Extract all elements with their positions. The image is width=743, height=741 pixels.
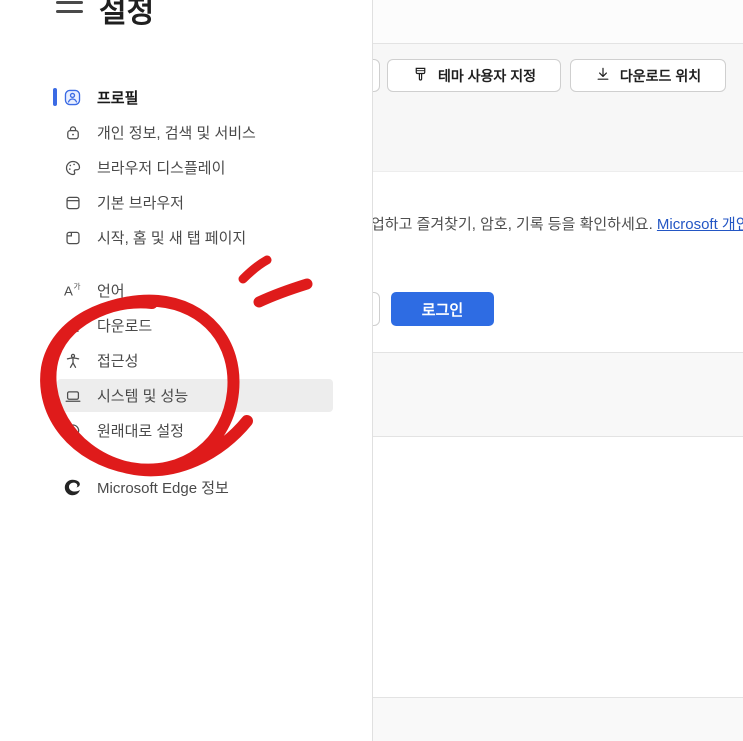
sidebar-item-label: Microsoft Edge 정보 <box>97 480 229 497</box>
sidebar-item-label: 시작, 홈 및 새 탭 페이지 <box>97 230 247 247</box>
edge-logo-icon <box>63 478 82 497</box>
downloads-icon <box>63 316 82 335</box>
hamburger-menu-icon[interactable] <box>56 0 83 13</box>
sidebar-item-appearance[interactable]: 브라우저 디스플레이 <box>0 150 373 185</box>
sidebar-item-label: 프로필 <box>97 90 139 107</box>
sidebar-item-profile[interactable]: 프로필 <box>0 80 373 115</box>
reset-icon <box>63 421 82 440</box>
signin-button[interactable]: 로그인 <box>391 292 494 326</box>
active-indicator <box>53 88 57 106</box>
settings-sidebar: 설정 프로필 개인 정보, 검색 및 서비스 브라우저 디스플레이 기본 브라우… <box>0 0 373 741</box>
appearance-icon <box>63 158 82 177</box>
theme-brush-icon <box>412 66 429 86</box>
sidebar-item-label: 다운로드 <box>97 318 153 335</box>
system-icon <box>63 386 82 405</box>
customize-theme-button[interactable]: 테마 사용자 지정 <box>387 59 561 92</box>
settings-title: 설정 <box>99 0 155 29</box>
sidebar-item-label: 시스템 및 성능 <box>97 388 189 405</box>
sidebar-item-label: 언어 <box>97 283 125 300</box>
sidebar-item-accessibility[interactable]: 접근성 <box>0 343 373 378</box>
sidebar-item-label: 접근성 <box>97 353 139 370</box>
download-arrow-icon <box>595 66 611 85</box>
download-location-button[interactable]: 다운로드 위치 <box>570 59 726 92</box>
customize-theme-label: 테마 사용자 지정 <box>438 67 536 84</box>
sidebar-item-label: 개인 정보, 검색 및 서비스 <box>97 125 256 142</box>
edge-settings-window: 테마 사용자 지정 다운로드 위치 업하고 즐겨찾기, 암호, 기록 등을 확인… <box>0 0 743 741</box>
default-browser-icon <box>63 193 82 212</box>
sidebar-item-default-browser[interactable]: 기본 브라우저 <box>0 185 373 220</box>
sidebar-item-downloads[interactable]: 다운로드 <box>0 308 373 343</box>
download-location-label: 다운로드 위치 <box>619 67 702 84</box>
sidebar-item-label: 원래대로 설정 <box>97 423 184 440</box>
sync-description: 업하고 즐겨찾기, 암호, 기록 등을 확인하세요. Microsoft 개인정 <box>371 215 743 235</box>
sidebar-item-reset-settings[interactable]: 원래대로 설정 <box>0 413 373 448</box>
sidebar-item-privacy[interactable]: 개인 정보, 검색 및 서비스 <box>0 115 373 150</box>
sidebar-item-system-performance[interactable]: 시스템 및 성능 <box>0 378 373 413</box>
languages-icon: A 가 <box>63 281 82 300</box>
sidebar-item-languages[interactable]: A 가 언어 <box>0 273 373 308</box>
svg-text:가: 가 <box>73 282 80 291</box>
settings-nav: 프로필 개인 정보, 검색 및 서비스 브라우저 디스플레이 기본 브라우저 시… <box>0 80 373 505</box>
sidebar-item-start-home-newtab[interactable]: 시작, 홈 및 새 탭 페이지 <box>0 220 373 255</box>
accessibility-icon <box>63 351 82 370</box>
sidebar-item-label: 기본 브라우저 <box>97 195 184 212</box>
start-home-icon <box>63 228 82 247</box>
svg-text:A: A <box>64 284 73 299</box>
sidebar-item-about-edge[interactable]: Microsoft Edge 정보 <box>0 470 373 505</box>
sidebar-item-label: 브라우저 디스플레이 <box>97 160 226 177</box>
profile-icon <box>63 88 82 107</box>
privacy-icon <box>63 123 82 142</box>
privacy-link[interactable]: Microsoft 개인정 <box>657 216 743 233</box>
